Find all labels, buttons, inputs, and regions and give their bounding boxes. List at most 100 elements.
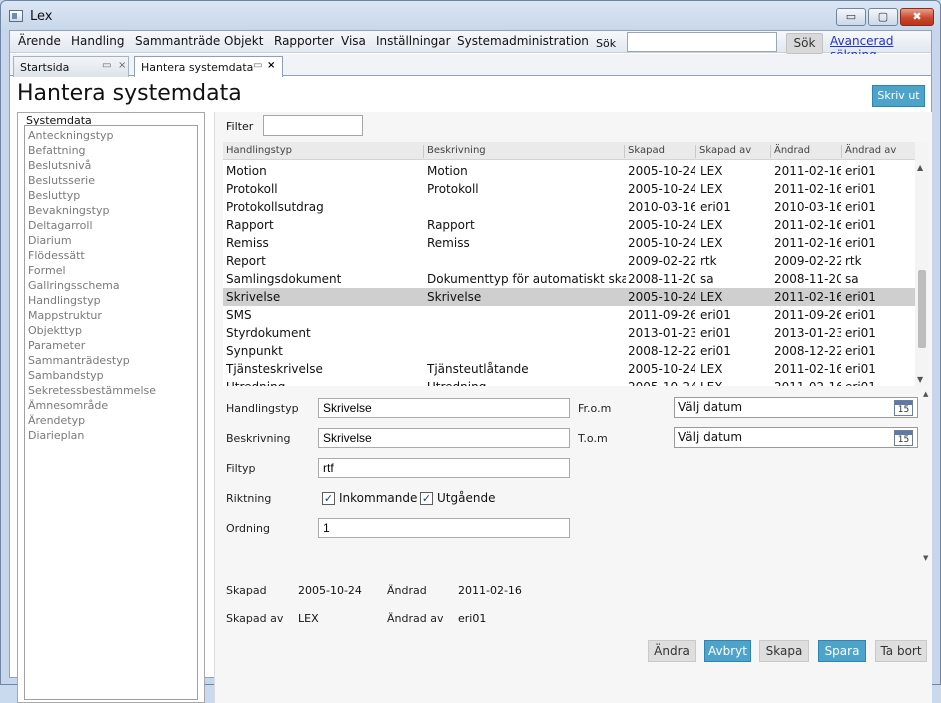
table-row[interactable]: Styrdokument 2013-01-23 eri01 2013-01-23 eri… <box>223 324 915 342</box>
menu-handling[interactable]: Handling <box>71 34 125 48</box>
table-cell: Tjänsteskrivelse <box>226 362 323 376</box>
list-item[interactable]: Sambandstyp <box>25 368 197 383</box>
table-cell: 2005-10-24 <box>628 164 695 178</box>
table-cell: Tjänsteutlåtande <box>427 362 529 376</box>
from-label: Fr.o.m <box>578 402 612 415</box>
form-scrollbar[interactable]: ▲ ▼ <box>923 390 932 562</box>
table-cell: sa <box>845 272 859 286</box>
list-item[interactable]: Objekttyp <box>25 323 197 338</box>
table-row[interactable]: Rapport Rapport 2005-10-24 LEX 2011-02-16 eri… <box>223 216 915 234</box>
table-cell: 2011-02-16 <box>774 218 841 232</box>
scroll-up-icon[interactable]: ▲ <box>917 163 923 172</box>
list-item[interactable]: Beslutsserie <box>25 173 197 188</box>
column-header[interactable]: Handlingstyp <box>223 145 424 158</box>
table-row[interactable]: UtredningUtredning2005-10-24LEX2011-02-1… <box>223 378 915 386</box>
list-item[interactable]: Besluttyp <box>25 188 197 203</box>
table-row[interactable]: Skrivelse Skrivelse 2005-10-24 LEX 2011-02-1… <box>223 288 915 306</box>
list-item[interactable]: Befattning <box>25 143 197 158</box>
list-item[interactable]: Bevakningstyp <box>25 203 197 218</box>
maximize-button[interactable]: ▢ <box>868 8 898 26</box>
tom-label: T.o.m <box>578 432 608 445</box>
list-item[interactable]: Beslutsnivå <box>25 158 197 173</box>
list-item[interactable]: Mappstruktur <box>25 308 197 323</box>
column-header[interactable]: Ändrad av <box>842 145 915 158</box>
column-header[interactable]: Ändrad <box>771 145 842 158</box>
column-header[interactable]: Beskrivning <box>424 145 625 158</box>
page-content: Hantera systemdata Skriv ut Systemdata A… <box>10 77 932 703</box>
list-item[interactable]: Anteckningstyp <box>25 128 197 143</box>
scroll-up-icon[interactable]: ▲ <box>923 390 928 398</box>
close-icon[interactable]: × <box>267 60 275 71</box>
page-title: Hantera systemdata <box>17 81 242 106</box>
list-item[interactable]: Sammanträdestyp <box>25 353 197 368</box>
scroll-down-icon[interactable]: ▼ <box>917 375 923 384</box>
handlingstyp-input[interactable] <box>318 398 570 418</box>
tab-hantera-systemdata[interactable]: Hantera systemdata ▭ × <box>134 56 283 78</box>
list-item[interactable]: Deltagarroll <box>25 218 197 233</box>
pin-icon[interactable]: ▭ <box>102 60 111 71</box>
menu-visa[interactable]: Visa <box>341 34 366 48</box>
table-cell: 2009-02-22 <box>774 254 841 268</box>
filter-label: Filter <box>226 120 254 133</box>
column-header[interactable]: Skapad av <box>696 145 771 158</box>
table-row[interactable]: Tjänsteskrivelse Tjänsteutlåtande 2005-10-… <box>223 360 915 378</box>
list-item[interactable]: Sekretessbestämmelse <box>25 383 197 398</box>
search-input[interactable] <box>627 32 777 52</box>
list-item[interactable]: Diarieplan <box>25 428 197 443</box>
calendar-icon[interactable]: 15 <box>894 400 913 416</box>
table-row[interactable]: Report 2009-02-22 rtk 2009-02-22 rtk <box>223 252 915 270</box>
scroll-thumb[interactable] <box>918 270 926 348</box>
table-cell: 2011-02-16 <box>774 290 841 304</box>
list-item[interactable]: Formel <box>25 263 197 278</box>
menu-arende[interactable]: Ärende <box>18 34 61 48</box>
list-item[interactable]: Parameter <box>25 338 197 353</box>
list-item[interactable]: Gallringsschema <box>25 278 197 293</box>
menu-sammantrade[interactable]: Sammanträde <box>135 34 220 48</box>
table-row[interactable]: Remiss Remiss 2005-10-24 LEX 2011-02-16 eri01 <box>223 234 915 252</box>
ta-bort-button[interactable]: Ta bort <box>875 640 927 662</box>
print-button[interactable]: Skriv ut <box>872 85 925 107</box>
ordning-input[interactable] <box>318 518 570 538</box>
list-item[interactable]: Ärendetyp <box>25 413 197 428</box>
avbryt-button[interactable]: Avbryt <box>704 640 751 662</box>
tab-startsida[interactable]: Startsida ▭ × <box>13 56 129 77</box>
list-item[interactable]: Ämnesområde <box>25 398 197 413</box>
menu-systemadministration[interactable]: Systemadministration <box>457 34 589 48</box>
spara-button[interactable]: Spara <box>818 640 866 662</box>
table-row[interactable]: Samlingsdokument Dokumenttyp för automati… <box>223 270 915 288</box>
scroll-down-icon[interactable]: ▼ <box>923 554 928 562</box>
close-button[interactable]: ✖ <box>900 8 934 26</box>
table-cell: LEX <box>700 182 723 196</box>
list-item[interactable]: Flödessätt <box>25 248 197 263</box>
list-item[interactable]: Handlingstyp <box>25 293 197 308</box>
search-button[interactable]: Sök <box>786 33 823 54</box>
column-header[interactable]: Skapad <box>625 145 696 158</box>
table-row[interactable]: Protokollsutdrag 2010-03-16 eri01 2010-03-1… <box>223 198 915 216</box>
beskrivning-input[interactable] <box>318 428 570 448</box>
andra-button[interactable]: Ändra <box>648 640 696 662</box>
minimize-button[interactable]: ▭ <box>836 8 866 26</box>
menu-installningar[interactable]: Inställningar <box>376 34 451 48</box>
from-date-input[interactable]: Välj datum 15 <box>674 397 918 418</box>
filtyp-input[interactable] <box>318 458 570 478</box>
pin-icon[interactable]: ▭ <box>253 60 262 71</box>
menu-objekt[interactable]: Objekt <box>224 34 263 48</box>
close-icon[interactable]: × <box>118 60 126 71</box>
tom-date-input[interactable]: Välj datum 15 <box>674 427 918 448</box>
table-row[interactable]: SMS 2011-09-26 eri01 2011-09-26 eri01 <box>223 306 915 324</box>
filter-input[interactable] <box>263 115 363 136</box>
calendar-icon[interactable]: 15 <box>894 430 913 446</box>
grid-scrollbar[interactable]: ▲ ▼ <box>915 142 928 386</box>
table-row[interactable]: Motion Motion 2005-10-24 LEX 2011-02-16 eri01 <box>223 162 915 180</box>
list-item[interactable]: Diarium <box>25 233 197 248</box>
skapa-button[interactable]: Skapa <box>759 640 809 662</box>
table-cell: eri01 <box>845 218 876 232</box>
menu-rapporter[interactable]: Rapporter <box>274 34 334 48</box>
table-cell: eri01 <box>700 326 731 340</box>
table-cell: sa <box>700 272 714 286</box>
utgaende-checkbox[interactable]: ✓ <box>420 492 433 505</box>
inkommande-checkbox[interactable]: ✓ <box>322 492 335 505</box>
table-row[interactable]: Protokoll Protokoll 2005-10-24 LEX 2011-02-1… <box>223 180 915 198</box>
utgaende-label: Utgående <box>437 491 496 505</box>
table-row[interactable]: Synpunkt 2008-12-22 eri01 2008-12-22 eri01 <box>223 342 915 360</box>
